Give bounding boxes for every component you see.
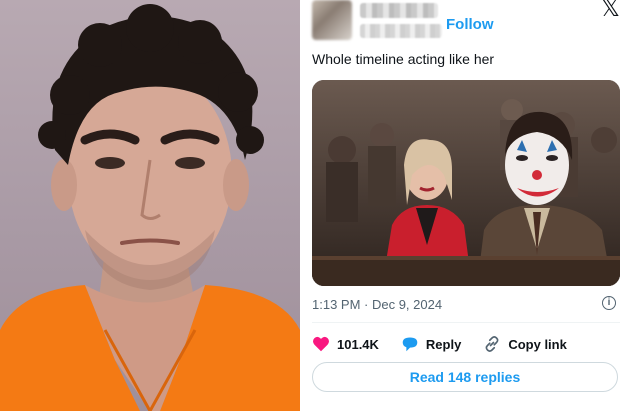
tweet-card: Follow 𝕏 Whole timeline acting like her [304, 0, 620, 411]
courtroom-scene-illustration [312, 80, 620, 286]
reply-button[interactable]: Reply [401, 336, 461, 352]
heart-icon [313, 336, 329, 352]
like-button[interactable]: 101.4K [312, 336, 379, 352]
tweet-actions: 101.4K Reply Copy link [312, 334, 589, 354]
link-icon [485, 336, 499, 352]
like-count: 101.4K [337, 336, 379, 352]
tweet-timestamp[interactable]: 1:13 PM · Dec 9, 2024 [312, 297, 442, 312]
copy-link-label: Copy link [508, 336, 567, 352]
info-icon[interactable]: i [602, 296, 616, 310]
avatar[interactable] [312, 0, 352, 40]
read-replies-button[interactable]: Read 148 replies [312, 362, 618, 392]
mugshot-photo [0, 0, 300, 411]
divider-line [312, 322, 620, 323]
follow-button[interactable]: Follow [446, 16, 494, 33]
tweet-text: Whole timeline acting like her [312, 51, 495, 67]
blurred-display-name [360, 3, 438, 18]
tweet-image[interactable] [312, 80, 620, 286]
x-logo-icon[interactable]: 𝕏 [601, 0, 620, 23]
speech-bubble-icon [402, 337, 418, 352]
blurred-handle [360, 24, 442, 38]
copy-link-button[interactable]: Copy link [483, 335, 567, 353]
reply-label: Reply [425, 336, 462, 352]
mugshot-illustration [0, 4, 300, 411]
